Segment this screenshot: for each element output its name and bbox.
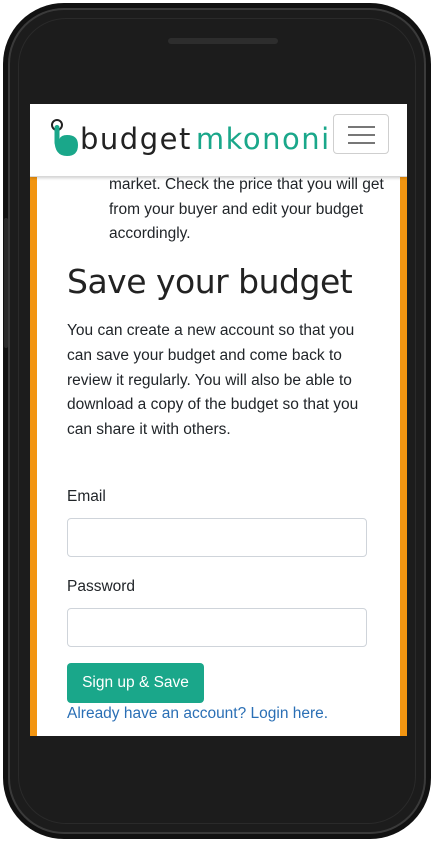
hamburger-icon xyxy=(348,126,375,128)
brand-name: budget mkononi xyxy=(80,120,331,158)
section-description: You can create a new account so that you… xyxy=(67,322,359,439)
password-field[interactable] xyxy=(67,608,367,647)
navbar-toggler-button[interactable] xyxy=(333,114,389,154)
password-label: Password xyxy=(67,578,136,595)
navbar: budget mkononi xyxy=(30,104,407,177)
main-content: market. Check the price that you will ge… xyxy=(37,176,400,736)
hamburger-icon xyxy=(348,134,375,136)
login-link[interactable]: Already have an account? Login here. xyxy=(67,705,328,723)
brand-name-part2: mkononi xyxy=(195,122,331,156)
hamburger-icon xyxy=(348,142,375,144)
volume-button xyxy=(4,218,8,348)
budget-hand-icon xyxy=(51,119,78,156)
email-field[interactable] xyxy=(67,518,367,557)
section-heading: Save your budget xyxy=(67,262,353,301)
list-item-text: market. Check the price that you will ge… xyxy=(109,176,384,242)
phone-speaker xyxy=(168,38,278,44)
email-label: Email xyxy=(67,488,106,505)
brand-name-part1: budget xyxy=(80,122,192,156)
phone-screen: budget mkononi market. Check the price th… xyxy=(30,104,407,736)
brand-logo[interactable]: budget mkononi xyxy=(50,118,331,158)
sign-up-save-button[interactable]: Sign up & Save xyxy=(67,663,204,703)
